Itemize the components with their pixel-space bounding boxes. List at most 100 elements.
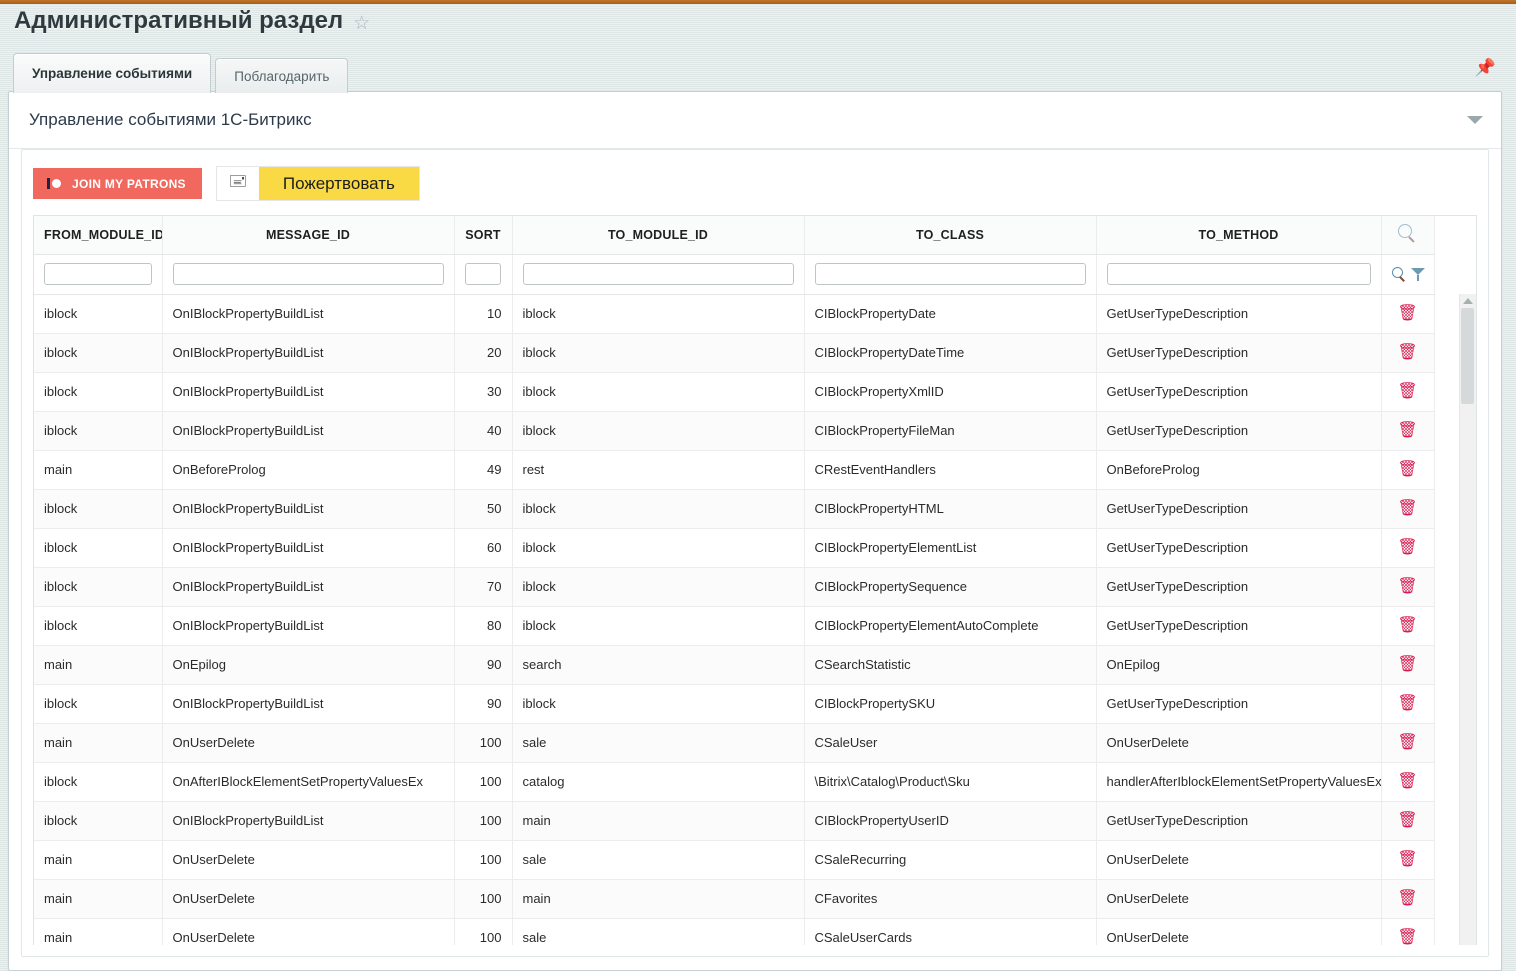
table-row[interactable]: main OnBeforeProlog 49 rest CRestEventHandle… xyxy=(34,450,1435,490)
table-row[interactable]: iblock OnIBlockPropertyBuildList 50 iblock C… xyxy=(34,489,1435,529)
cell-to-module-id: sale xyxy=(512,840,805,880)
filter-input-to-class[interactable] xyxy=(814,263,1086,285)
trash-icon[interactable]: 🗑 xyxy=(1397,344,1417,361)
table-head: FROM_MODULE_ID MESSAGE_ID SORT TO_MODULE… xyxy=(34,216,1435,295)
trash-icon[interactable]: 🗑 xyxy=(1397,734,1417,751)
filter-input-message-id[interactable] xyxy=(172,263,444,285)
table-row[interactable]: iblock OnIBlockPropertyBuildList 40 iblock C… xyxy=(34,411,1435,451)
cell-to-module-id: iblock xyxy=(512,372,805,412)
search-icon[interactable] xyxy=(1391,266,1405,282)
cell-to-class: CSaleRecurring xyxy=(804,840,1097,880)
top-accent-bar xyxy=(0,0,1516,4)
cell-message-id: OnIBlockPropertyBuildList xyxy=(162,294,455,334)
cell-actions: 🗑 xyxy=(1381,762,1435,802)
column-header-message-id[interactable]: MESSAGE_ID xyxy=(162,216,455,255)
scrollbar-thumb[interactable] xyxy=(1461,308,1474,404)
filter-input-to-method[interactable] xyxy=(1106,263,1371,285)
content-frame: JOIN MY PATRONS 🖃 Пожертвовать FROM_MODU… xyxy=(21,149,1489,957)
cell-to-module-id: iblock xyxy=(512,606,805,646)
main-panel: Управление событиями 1С-Битрикс JOIN MY … xyxy=(8,91,1502,971)
events-grid: FROM_MODULE_ID MESSAGE_ID SORT TO_MODULE… xyxy=(33,215,1477,945)
cell-to-class: CIBlockPropertyHTML xyxy=(804,489,1097,529)
cell-actions: 🗑 xyxy=(1381,840,1435,880)
cell-sort: 80 xyxy=(454,606,513,646)
cell-to-method: GetUserTypeDescription xyxy=(1096,411,1382,451)
filter-input-to-module-id[interactable] xyxy=(522,263,794,285)
trash-icon[interactable]: 🗑 xyxy=(1397,422,1417,439)
table-row[interactable]: main OnUserDelete 100 sale CSaleRecurring OnU… xyxy=(34,840,1435,880)
credit-card-icon[interactable]: 🖃 xyxy=(216,167,259,200)
cell-sort: 70 xyxy=(454,567,513,607)
table-row[interactable]: iblock OnAfterIBlockElementSetPropertyVal… xyxy=(34,762,1435,802)
table-row[interactable]: main OnEpilog 90 search CSearchStatistic OnEp… xyxy=(34,645,1435,685)
filter-input-from-module-id[interactable] xyxy=(44,263,152,285)
scroll-up-arrow-icon[interactable] xyxy=(1463,298,1473,304)
cell-to-module-id: iblock xyxy=(512,684,805,724)
cell-to-method: OnUserDelete xyxy=(1096,918,1382,945)
cell-to-class: CSearchStatistic xyxy=(804,645,1097,685)
tab-event-management[interactable]: Управление событиями xyxy=(13,53,212,93)
trash-icon[interactable]: 🗑 xyxy=(1397,539,1417,556)
cell-message-id: OnEpilog xyxy=(162,645,455,685)
cell-to-method: GetUserTypeDescription xyxy=(1096,333,1382,373)
trash-icon[interactable]: 🗑 xyxy=(1397,773,1417,790)
cell-to-method: OnUserDelete xyxy=(1096,723,1382,763)
trash-icon[interactable]: 🗑 xyxy=(1397,656,1417,673)
favorite-star-icon[interactable]: ☆ xyxy=(353,14,370,33)
trash-icon[interactable]: 🗑 xyxy=(1397,851,1417,868)
table-row[interactable]: iblock OnIBlockPropertyBuildList 80 iblock C… xyxy=(34,606,1435,646)
panel-header: Управление событиями 1С-Битрикс xyxy=(9,92,1501,149)
funnel-icon[interactable] xyxy=(1410,267,1425,282)
cell-from-module-id: iblock xyxy=(34,333,163,373)
trash-icon[interactable]: 🗑 xyxy=(1397,812,1417,829)
cell-message-id: OnUserDelete xyxy=(162,840,455,880)
donate-button[interactable]: Пожертвовать xyxy=(258,167,419,200)
table-row[interactable]: iblock OnIBlockPropertyBuildList 10 iblock C… xyxy=(34,294,1435,334)
column-header-to-class[interactable]: TO_CLASS xyxy=(804,216,1097,255)
cell-actions: 🗑 xyxy=(1381,489,1435,529)
trash-icon[interactable]: 🗑 xyxy=(1397,383,1417,400)
table-row[interactable]: iblock OnIBlockPropertyBuildList 60 iblock C… xyxy=(34,528,1435,568)
table-row[interactable]: iblock OnIBlockPropertyBuildList 100 main CI… xyxy=(34,801,1435,841)
cell-actions: 🗑 xyxy=(1381,567,1435,607)
cell-from-module-id: main xyxy=(34,840,163,880)
trash-icon[interactable]: 🗑 xyxy=(1397,578,1417,595)
trash-icon[interactable]: 🗑 xyxy=(1397,929,1417,945)
join-my-patrons-button[interactable]: JOIN MY PATRONS xyxy=(33,168,202,199)
column-header-sort[interactable]: SORT xyxy=(454,216,513,255)
chevron-down-icon[interactable] xyxy=(1467,116,1483,124)
trash-icon[interactable]: 🗑 xyxy=(1397,695,1417,712)
trash-icon[interactable]: 🗑 xyxy=(1397,890,1417,907)
table-row[interactable]: iblock OnIBlockPropertyBuildList 70 iblock C… xyxy=(34,567,1435,607)
column-header-to-module-id[interactable]: TO_MODULE_ID xyxy=(512,216,805,255)
column-header-to-method[interactable]: TO_METHOD xyxy=(1096,216,1382,255)
trash-icon[interactable]: 🗑 xyxy=(1397,500,1417,517)
pin-icon[interactable]: 📌 xyxy=(1475,58,1496,78)
cell-from-module-id: iblock xyxy=(34,528,163,568)
table-row[interactable]: main OnUserDelete 100 sale CSaleUser OnUserDe… xyxy=(34,723,1435,763)
cell-to-module-id: iblock xyxy=(512,567,805,607)
cell-actions: 🗑 xyxy=(1381,723,1435,763)
column-header-from-module-id[interactable]: FROM_MODULE_ID xyxy=(34,216,163,255)
tab-thank-you[interactable]: Поблагодарить xyxy=(215,58,349,93)
table-row[interactable]: iblock OnIBlockPropertyBuildList 20 iblock C… xyxy=(34,333,1435,373)
trash-icon[interactable]: 🗑 xyxy=(1397,617,1417,634)
cell-to-method: GetUserTypeDescription xyxy=(1096,294,1382,334)
table-row[interactable]: main OnUserDelete 100 main CFavorites OnUserD… xyxy=(34,879,1435,919)
cell-to-method: GetUserTypeDescription xyxy=(1096,684,1382,724)
vertical-scrollbar[interactable] xyxy=(1459,294,1476,945)
trash-icon[interactable]: 🗑 xyxy=(1397,305,1417,322)
trash-icon[interactable]: 🗑 xyxy=(1397,461,1417,478)
patreon-button-label: JOIN MY PATRONS xyxy=(72,176,186,191)
cell-from-module-id: iblock xyxy=(34,684,163,724)
cell-message-id: OnIBlockPropertyBuildList xyxy=(162,411,455,451)
cell-sort: 100 xyxy=(454,801,513,841)
cell-to-method: GetUserTypeDescription xyxy=(1096,606,1382,646)
table-row[interactable]: iblock OnIBlockPropertyBuildList 30 iblock C… xyxy=(34,372,1435,412)
filter-input-sort[interactable] xyxy=(464,263,501,285)
table-row[interactable]: iblock OnIBlockPropertyBuildList 90 iblock C… xyxy=(34,684,1435,724)
cell-to-class: CRestEventHandlers xyxy=(804,450,1097,490)
table-row[interactable]: main OnUserDelete 100 sale CSaleUserCards OnU… xyxy=(34,918,1435,945)
cell-from-module-id: iblock xyxy=(34,606,163,646)
filter-cell-from-module-id xyxy=(34,254,163,295)
